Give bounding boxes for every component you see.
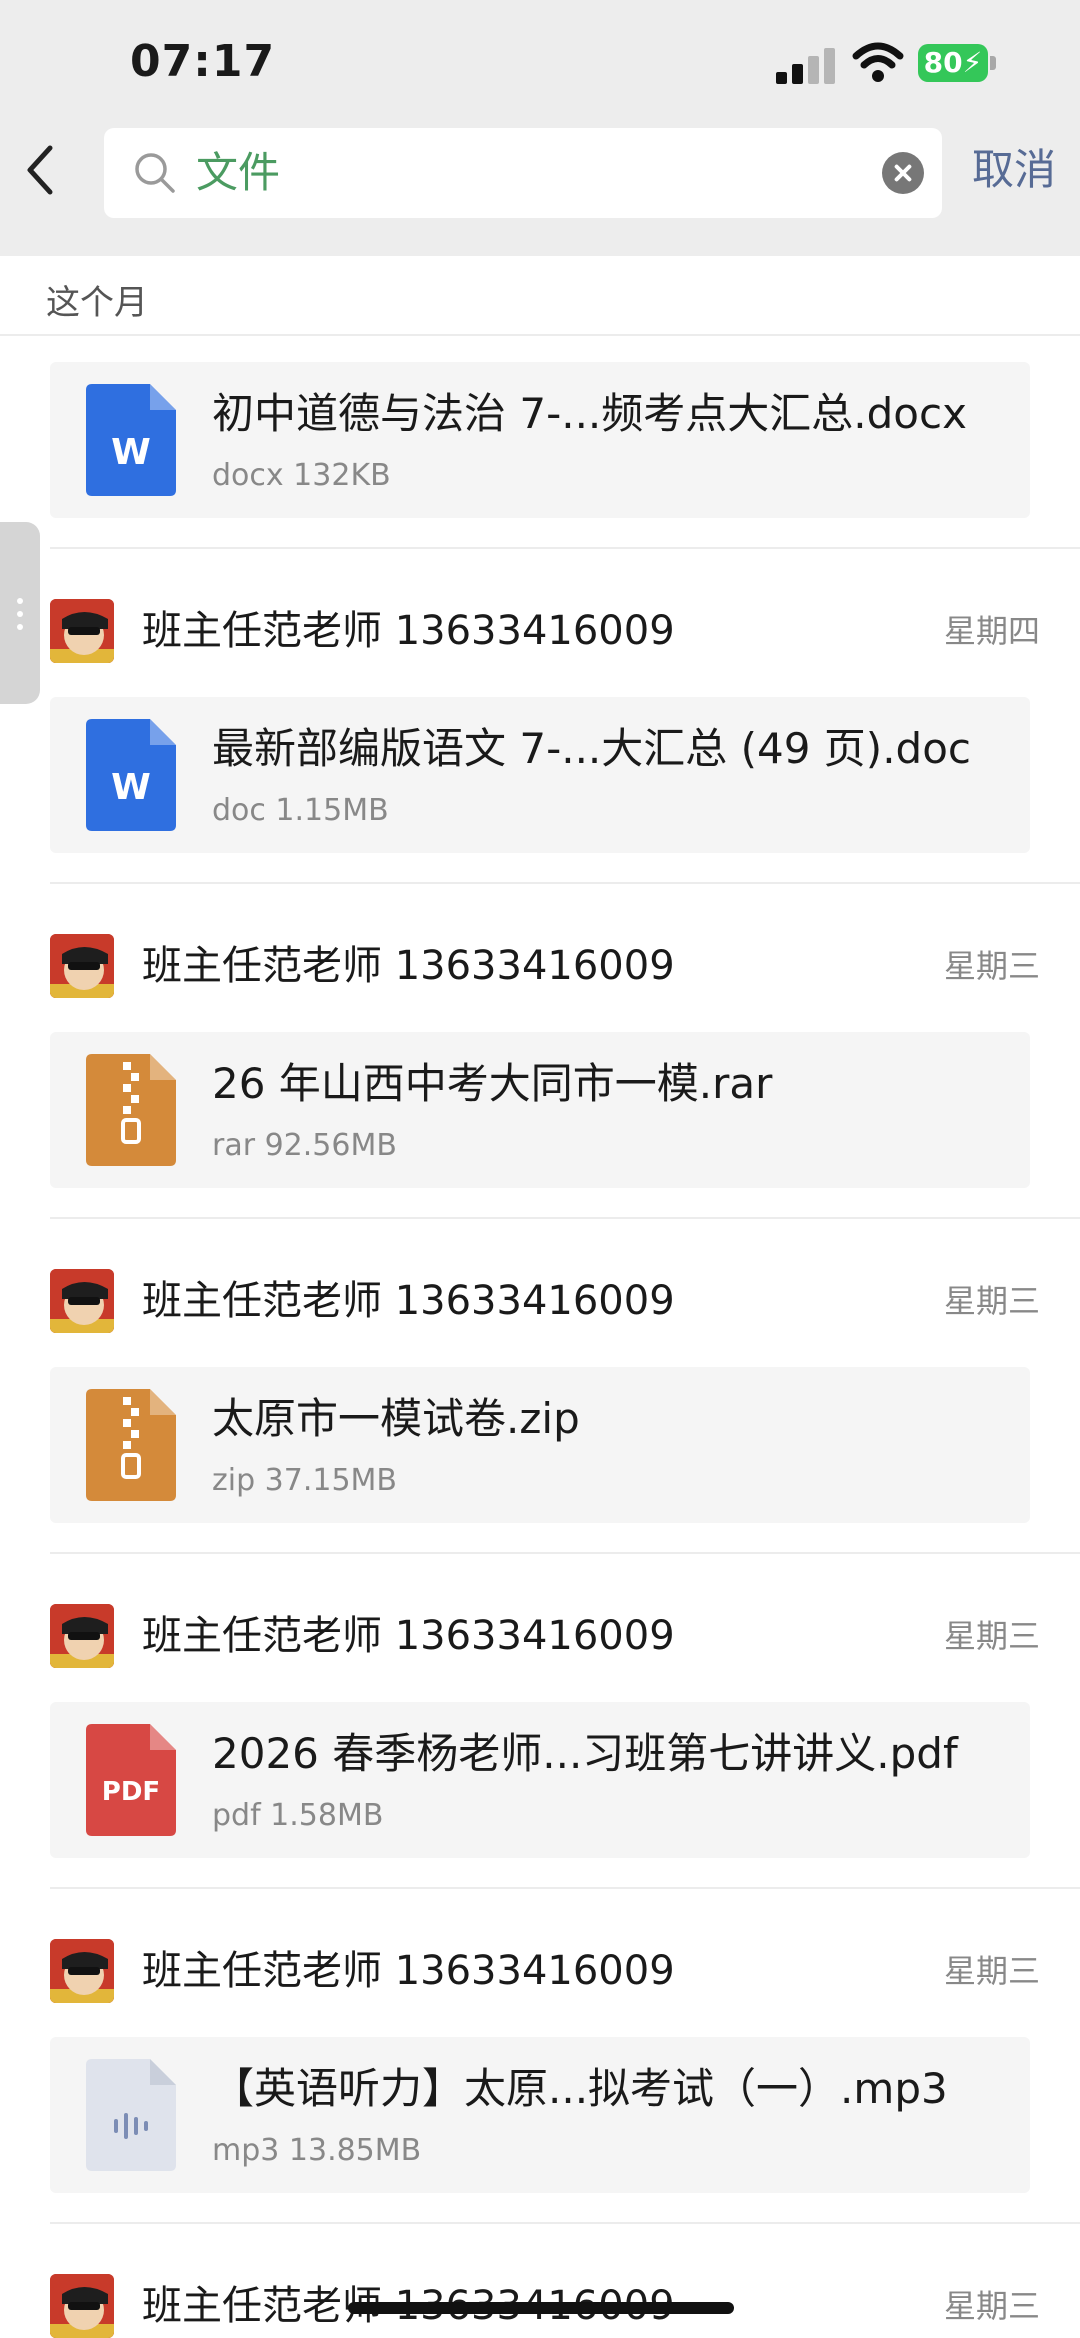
divider [50,547,1080,549]
search-input[interactable]: 文件 [196,148,280,198]
audio-file-icon [86,2059,176,2171]
avatar[interactable] [50,1604,114,1668]
file-card[interactable]: W 初中道德与法治 7-...频考点大汇总.docx docx 132KB [50,362,1030,518]
sender-row: 班主任范老师 13633416009 星期三 [50,1939,1040,2003]
home-indicator [348,2302,734,2314]
avatar[interactable] [50,934,114,998]
sender-row: 班主任范老师 13633416009 星期三 [50,1604,1040,1668]
file-meta: mp3 13.85MB [212,2133,422,2168]
sender-name: 班主任范老师 13633416009 [142,943,675,989]
section-header: 这个月 [46,283,148,323]
sender-row: 班主任范老师 13633416009 星期四 [50,599,1040,663]
message-date: 星期三 [943,1282,1040,1320]
search-field[interactable]: 文件 [104,128,942,218]
file-name: 26 年山西中考大同市一模.rar [212,1059,773,1108]
sender-name: 班主任范老师 13633416009 [142,1613,675,1659]
file-meta: doc 1.15MB [212,793,389,828]
svg-text:PDF: PDF [102,1777,160,1807]
clear-search-icon[interactable] [882,152,924,194]
word-file-icon: W [86,719,176,831]
status-time: 07:17 [130,36,276,87]
divider [0,334,1080,336]
word-file-icon: W [86,384,176,496]
cancel-button[interactable]: 取消 [972,142,1056,198]
file-card[interactable]: W 最新部编版语文 7-...大汇总 (49 页).doc doc 1.15MB [50,697,1030,853]
archive-file-icon [86,1054,176,1166]
file-meta: docx 132KB [212,458,391,493]
divider [50,1887,1080,1889]
sender-row: 班主任范老师 13633416009 星期三 [50,1269,1040,1333]
file-meta: pdf 1.58MB [212,1798,384,1833]
file-card[interactable]: 26 年山西中考大同市一模.rar rar 92.56MB [50,1032,1030,1188]
back-chevron-icon[interactable] [18,140,62,200]
svg-text:W: W [111,432,151,473]
file-meta: rar 92.56MB [212,1128,397,1163]
message-date: 星期三 [943,1617,1040,1655]
message-date: 星期三 [943,947,1040,985]
message-date: 星期四 [943,612,1040,650]
battery-level: 80 [923,46,963,79]
sender-name: 班主任范老师 13633416009 [142,1278,675,1324]
avatar[interactable] [50,1939,114,2003]
battery-icon: 80⚡ [918,44,996,82]
avatar[interactable] [50,2274,114,2338]
sender-row: 班主任范老师 13633416009 星期三 [50,934,1040,998]
divider [50,1552,1080,1554]
message-date: 星期三 [943,2287,1040,2325]
wifi-icon [852,42,904,82]
file-card[interactable]: 【英语听力】太原...拟考试（一）.mp3 mp3 13.85MB [50,2037,1030,2193]
cellular-signal-icon [776,48,836,84]
file-card[interactable]: 太原市一模试卷.zip zip 37.15MB [50,1367,1030,1523]
file-name: 太原市一模试卷.zip [212,1394,580,1443]
file-name: 最新部编版语文 7-...大汇总 (49 页).doc [212,724,971,773]
file-name: 【英语听力】太原...拟考试（一）.mp3 [212,2064,948,2113]
sender-name: 班主任范老师 13633416009 [142,1948,675,1994]
avatar[interactable] [50,599,114,663]
file-name: 2026 春季杨老师...习班第七讲讲义.pdf [212,1729,958,1778]
divider [50,882,1080,884]
divider [50,2222,1080,2224]
pdf-file-icon: PDF [86,1724,176,1836]
avatar[interactable] [50,1269,114,1333]
message-date: 星期三 [943,1952,1040,1990]
sender-name: 班主任范老师 13633416009 [142,608,675,654]
svg-text:W: W [111,767,151,808]
divider [50,1217,1080,1219]
file-name: 初中道德与法治 7-...频考点大汇总.docx [212,389,967,438]
file-card[interactable]: PDF 2026 春季杨老师...习班第七讲讲义.pdf pdf 1.58MB [50,1702,1030,1858]
search-icon [135,153,175,193]
top-bar: 07:17 80⚡ 文件 取消 [0,0,1080,256]
archive-file-icon [86,1389,176,1501]
file-meta: zip 37.15MB [212,1463,398,1498]
side-drawer-handle[interactable] [0,522,40,704]
